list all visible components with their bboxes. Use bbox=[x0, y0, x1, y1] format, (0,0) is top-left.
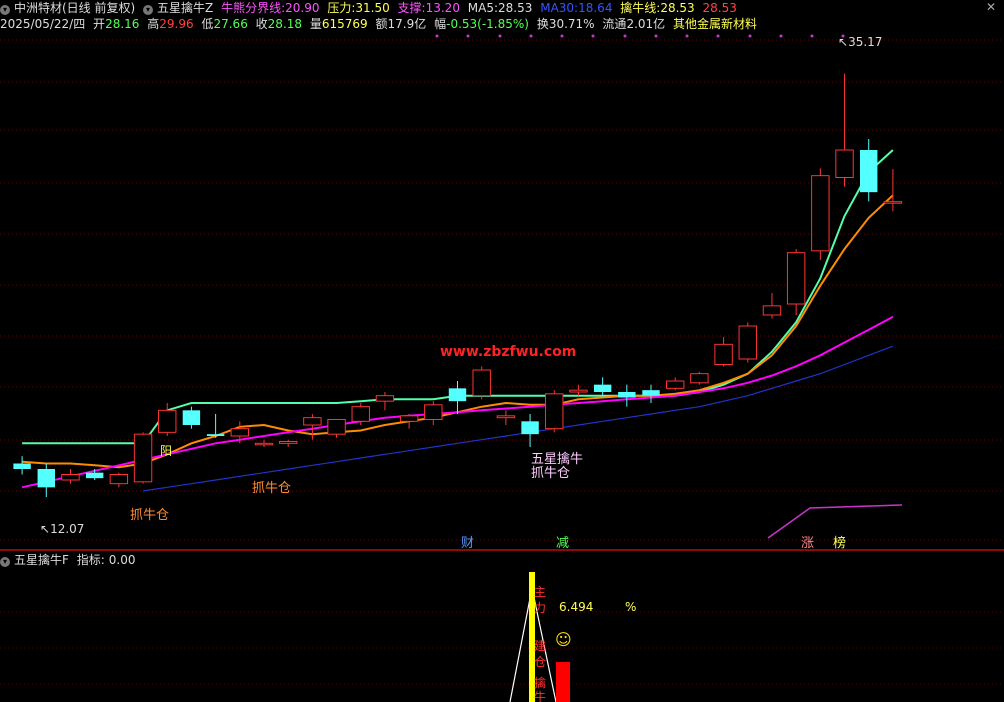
candle-body[interactable] bbox=[642, 390, 660, 396]
candle-body[interactable] bbox=[375, 395, 395, 402]
signal-dot bbox=[716, 34, 720, 38]
signal-dot bbox=[591, 34, 595, 38]
lower-panel: 6.494 % ☺ 主 力 建 仓 擒 牛 bbox=[0, 572, 1004, 702]
pct-sign: % bbox=[625, 600, 636, 614]
bang-label: 榜 bbox=[833, 535, 846, 551]
candle-body[interactable] bbox=[738, 325, 757, 360]
smiley-icon: ☺ bbox=[555, 630, 572, 649]
zhuaniu-label-1: 抓牛仓 bbox=[130, 508, 169, 523]
candle-body[interactable] bbox=[133, 433, 153, 483]
candle-body[interactable] bbox=[182, 410, 201, 425]
zhuaniu-label-3: 抓牛仓 bbox=[531, 466, 570, 481]
signal-dot bbox=[529, 34, 533, 38]
cai-label: 财 bbox=[461, 536, 474, 551]
candle-body[interactable] bbox=[860, 150, 878, 193]
candle-body[interactable] bbox=[811, 175, 830, 252]
signal-dot bbox=[654, 34, 658, 38]
candle-body[interactable] bbox=[206, 434, 225, 436]
col-text-3: 建 bbox=[534, 639, 546, 653]
candle-body[interactable] bbox=[835, 149, 854, 178]
candle-body[interactable] bbox=[327, 419, 346, 435]
wxqn-label: 五星擒牛 bbox=[531, 451, 583, 467]
candle-body[interactable] bbox=[521, 421, 539, 435]
signal-dot bbox=[435, 34, 439, 38]
candle-body[interactable] bbox=[37, 469, 55, 488]
pct-value: 6.494 bbox=[559, 600, 593, 614]
col-text-4: 仓 bbox=[534, 655, 546, 669]
signal-dot bbox=[498, 34, 502, 38]
candle-body[interactable] bbox=[278, 441, 298, 444]
signal-dot bbox=[466, 34, 470, 38]
line-ma30 bbox=[142, 345, 894, 492]
candle-body[interactable] bbox=[665, 380, 685, 389]
signal-dot bbox=[623, 34, 627, 38]
col-text-2: 力 bbox=[534, 601, 546, 615]
candle-body[interactable] bbox=[762, 305, 782, 316]
candle-body[interactable] bbox=[303, 417, 322, 426]
signal-bar-red bbox=[556, 662, 570, 702]
signal-dot bbox=[748, 34, 752, 38]
candle-body[interactable] bbox=[351, 406, 370, 422]
zhang-label: 涨 bbox=[801, 536, 814, 551]
min-price-label: ↖12.07 bbox=[40, 522, 84, 536]
watermark: www.zbzfwu.com bbox=[440, 344, 576, 360]
line-qinniu bbox=[22, 194, 894, 469]
col-text-5: 擒 bbox=[534, 675, 546, 690]
signal-dot bbox=[810, 34, 814, 38]
candle-body[interactable] bbox=[883, 201, 903, 204]
kline-chart[interactable]: ↖35.17 ↖12.07 www.zbzfwu.com 阳 抓牛仓 抓牛仓 五… bbox=[0, 0, 1004, 702]
zhuaniu-label-2: 抓牛仓 bbox=[252, 481, 291, 496]
candle-body[interactable] bbox=[13, 463, 31, 470]
signal-dot bbox=[779, 34, 783, 38]
col-text-1: 主 bbox=[534, 585, 546, 599]
aux-line bbox=[767, 504, 903, 539]
candle-body[interactable] bbox=[85, 472, 104, 479]
candle-body[interactable] bbox=[448, 388, 467, 402]
jian-label: 减 bbox=[556, 536, 569, 551]
candle-body[interactable] bbox=[109, 474, 129, 485]
candle-body[interactable] bbox=[472, 369, 491, 397]
candle-body[interactable] bbox=[424, 404, 443, 421]
signal-dot bbox=[560, 34, 564, 38]
candle-body[interactable] bbox=[714, 343, 733, 366]
col-text-6: 牛 bbox=[534, 689, 546, 702]
candle-body[interactable] bbox=[61, 474, 80, 481]
candle-body[interactable] bbox=[496, 415, 516, 419]
signal-dot bbox=[685, 34, 689, 38]
candle-body[interactable] bbox=[593, 384, 612, 392]
candle-body[interactable] bbox=[618, 392, 636, 398]
max-price-label: ↖35.17 bbox=[838, 35, 882, 49]
candle-body[interactable] bbox=[399, 415, 419, 422]
candle-body[interactable] bbox=[158, 409, 177, 433]
candle-body[interactable] bbox=[569, 389, 588, 393]
candle-body[interactable] bbox=[786, 252, 806, 305]
candle-body[interactable] bbox=[230, 428, 250, 437]
candle-body[interactable] bbox=[254, 442, 274, 446]
candle-body[interactable] bbox=[690, 373, 709, 384]
yang-label: 阳 bbox=[160, 444, 172, 458]
candle-body[interactable] bbox=[545, 393, 564, 430]
